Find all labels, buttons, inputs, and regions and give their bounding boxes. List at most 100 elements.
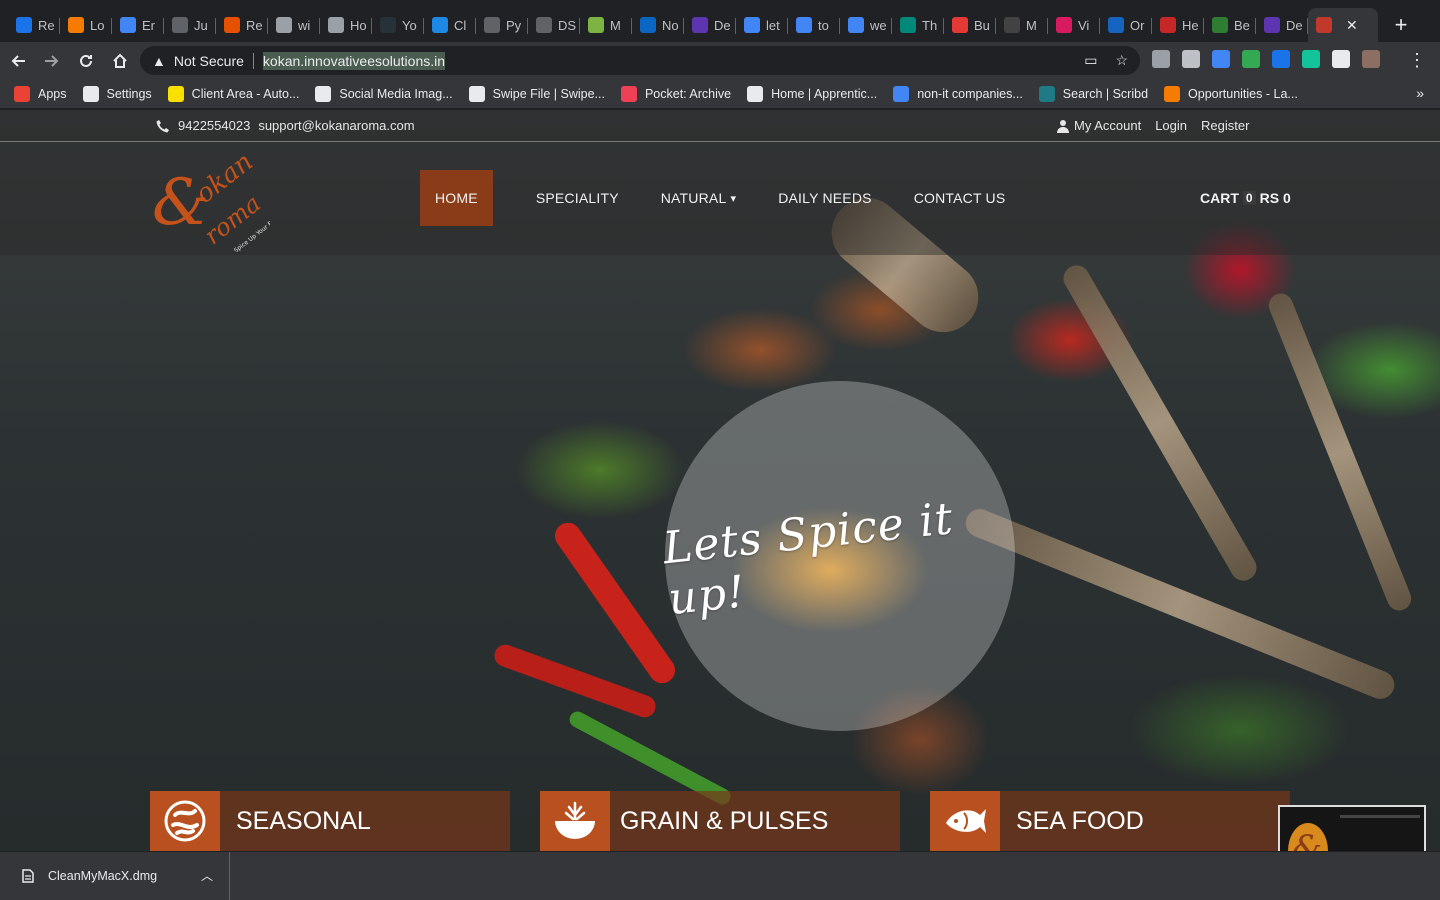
extension-icon[interactable]	[1212, 50, 1230, 68]
bookmark-item[interactable]: Swipe File | Swipe...	[468, 85, 605, 102]
browser-tab[interactable]: Cl	[424, 8, 476, 42]
bookmark-label: Apps	[38, 86, 67, 101]
bookmark-item[interactable]: Social Media Imag...	[315, 85, 453, 102]
bookmark-item[interactable]: Apps	[14, 85, 67, 102]
phone-number[interactable]: 9422554023	[178, 118, 250, 133]
browser-tab[interactable]: Re	[216, 8, 268, 42]
nav-item-daily-needs[interactable]: DAILY NEEDS	[762, 170, 888, 226]
extension-icon[interactable]	[1362, 50, 1380, 68]
category-sea-food[interactable]: SEA FOOD	[930, 791, 1290, 851]
tab-title: Vi	[1078, 17, 1090, 33]
browser-tab[interactable]: M	[996, 8, 1048, 42]
grain-bowl-icon	[540, 791, 610, 851]
address-bar[interactable]: ▲ Not Secure kokan.innovativeesolutions.…	[140, 46, 1140, 75]
category-seasonal[interactable]: SEASONAL	[150, 791, 510, 851]
register-link[interactable]: Register	[1201, 118, 1249, 133]
extension-icon[interactable]	[1302, 50, 1320, 68]
browser-tab[interactable]: Ho	[320, 8, 372, 42]
support-email[interactable]: support@kokanaroma.com	[258, 118, 414, 133]
browser-tab[interactable]: De	[684, 8, 736, 42]
nav-item-speciality[interactable]: SPECIALITY	[520, 170, 635, 226]
browser-tab[interactable]: to	[788, 8, 840, 42]
security-status-label[interactable]: Not Secure	[174, 53, 244, 69]
tab-title: Ho	[350, 17, 367, 33]
browser-tab[interactable]: He	[1152, 8, 1204, 42]
browser-tab[interactable]: De	[1256, 8, 1308, 42]
tab-title: No	[662, 17, 679, 33]
bookmark-item[interactable]: Search | Scribd	[1038, 85, 1149, 102]
extension-icon[interactable]	[1332, 50, 1350, 68]
browser-tab[interactable]: No	[632, 8, 684, 42]
tab-title: let	[766, 17, 780, 33]
bookmark-item[interactable]: Settings	[82, 85, 152, 102]
browser-tab[interactable]: Py	[476, 8, 528, 42]
bookmark-label: Social Media Imag...	[339, 86, 453, 101]
browser-menu-icon[interactable]: ⋮	[1408, 50, 1426, 71]
back-button[interactable]	[2, 45, 34, 77]
hero-tagline: Lets Spice it up!	[660, 493, 956, 626]
browser-tab[interactable]: Or	[1100, 8, 1152, 42]
browser-tab[interactable]: Be	[1204, 8, 1256, 42]
browser-tab[interactable]: let	[736, 8, 788, 42]
tab-title: Re	[38, 17, 55, 33]
nav-item-home[interactable]: HOME	[420, 170, 493, 226]
nav-item-contact-us[interactable]: CONTACT US	[898, 170, 1022, 226]
bookmark-star-icon[interactable]: ☆	[1115, 52, 1128, 69]
tab-favicon-icon	[432, 17, 448, 33]
extension-icon[interactable]	[1152, 50, 1170, 68]
tab-favicon-icon	[120, 17, 136, 33]
tab-favicon-icon	[588, 17, 604, 33]
nav-label: HOME	[435, 190, 478, 206]
bookmark-item[interactable]: Home | Apprentic...	[747, 85, 877, 102]
close-tab-icon[interactable]: ✕	[1346, 17, 1358, 34]
browser-tab[interactable]: Lo	[60, 8, 112, 42]
tab-title: Bu	[974, 17, 990, 33]
bookmark-item[interactable]: Pocket: Archive	[620, 85, 731, 102]
video-thumbnail-preview[interactable]: &	[1278, 805, 1426, 851]
bookmark-label: Search | Scribd	[1062, 86, 1149, 101]
browser-tab[interactable]: wi	[268, 8, 320, 42]
browser-tab[interactable]: Yo	[372, 8, 424, 42]
browser-tab[interactable]: M	[580, 8, 632, 42]
browser-tab[interactable]: Vi	[1048, 8, 1100, 42]
browser-tab[interactable]: DS	[528, 8, 580, 42]
tab-favicon-icon	[484, 17, 500, 33]
forward-button[interactable]	[36, 45, 68, 77]
extensions-area	[1152, 50, 1380, 68]
extension-icon[interactable]	[1242, 50, 1260, 68]
new-tab-button[interactable]: +	[1386, 8, 1416, 42]
tab-active[interactable]: ✕	[1308, 8, 1378, 42]
browser-tab[interactable]: Er	[112, 8, 164, 42]
browser-tab[interactable]: Ju	[164, 8, 216, 42]
bookmark-item[interactable]: Client Area - Auto...	[167, 85, 299, 102]
login-link[interactable]: Login	[1155, 118, 1187, 133]
browser-tab[interactable]: Re	[8, 8, 60, 42]
browser-tab[interactable]: Bu	[944, 8, 996, 42]
kokan-aroma-logo[interactable]: & okan roma Spice Up Your Food	[150, 147, 282, 255]
extension-icon[interactable]	[1272, 50, 1290, 68]
tab-favicon-icon	[640, 17, 656, 33]
home-button[interactable]	[104, 45, 136, 77]
bookmarks-overflow-icon[interactable]: »	[1416, 85, 1424, 101]
tab-favicon-icon	[16, 17, 32, 33]
extension-icon[interactable]	[1182, 50, 1200, 68]
tab-favicon-icon	[1212, 17, 1228, 33]
warning-triangle-icon[interactable]: ▲	[152, 53, 166, 69]
reload-button[interactable]	[70, 45, 102, 77]
arrow-left-icon	[11, 54, 25, 67]
category-grain-pulses[interactable]: GRAIN & PULSES	[540, 791, 900, 851]
browser-tab[interactable]: we	[840, 8, 892, 42]
bookmark-item[interactable]: non-it companies...	[893, 85, 1023, 102]
tab-favicon-icon	[692, 17, 708, 33]
bookmark-item[interactable]: Opportunities - La...	[1164, 85, 1298, 102]
drive-icon	[893, 85, 910, 102]
chevron-up-icon[interactable]: ︿	[201, 867, 213, 884]
browser-tab[interactable]: Th	[892, 8, 944, 42]
download-item[interactable]: CleanMyMacX.dmg ︿	[0, 852, 230, 900]
cast-icon[interactable]: ▭	[1084, 52, 1097, 69]
url-text[interactable]: kokan.innovativeesolutions.in	[262, 51, 446, 70]
cart-summary[interactable]: CART 0 RS 0	[1200, 190, 1291, 206]
nav-item-natural[interactable]: NATURAL ▾	[645, 170, 752, 226]
tab-favicon-icon	[900, 17, 916, 33]
my-account-link[interactable]: My Account	[1074, 118, 1141, 133]
